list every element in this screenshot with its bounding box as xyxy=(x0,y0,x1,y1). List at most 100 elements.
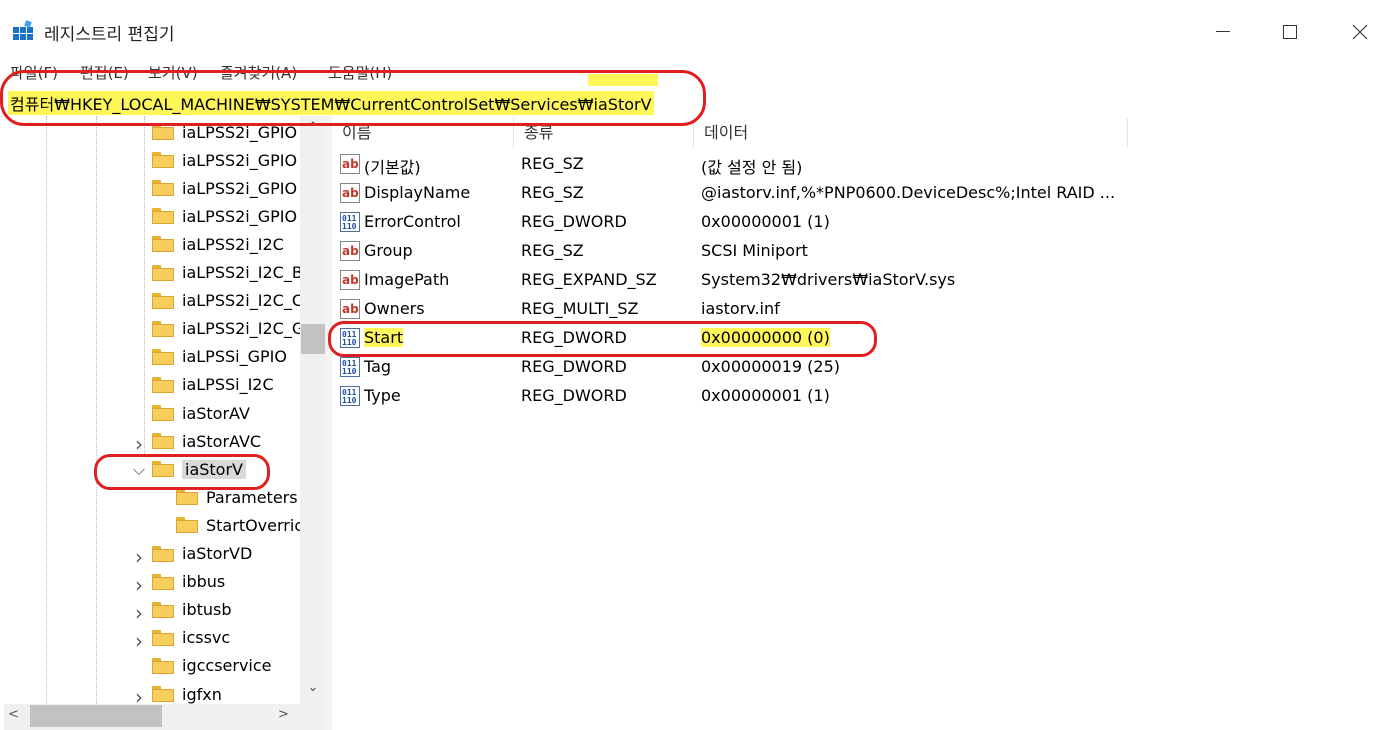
value-type: REG_SZ xyxy=(521,183,584,202)
value-type: REG_DWORD xyxy=(521,357,627,376)
tree-item[interactable]: ibbus xyxy=(152,568,225,596)
maximize-icon xyxy=(1283,25,1297,39)
folder-icon xyxy=(152,545,174,562)
svg-text:110: 110 xyxy=(342,367,357,376)
column-header-data[interactable]: 데이터 xyxy=(694,118,1128,148)
tree-item-label: iaLPSS2i_GPIO xyxy=(182,178,298,198)
minimize-button[interactable] xyxy=(1188,8,1258,56)
tree-item[interactable]: iaLPSS2i_GPIO xyxy=(152,174,297,202)
tree-guide-line xyxy=(144,116,145,456)
tree-item[interactable]: iaLPSSi_I2C xyxy=(152,371,274,399)
value-row[interactable]: ab ImagePath REG_EXPAND_SZ System32₩drivers… xyxy=(336,266,1136,295)
folder-icon xyxy=(152,152,174,169)
tree-item[interactable]: iaLPSS2i_GPIO xyxy=(152,146,297,174)
tree-item[interactable]: iaLPSS2i_I2C_B xyxy=(152,259,303,287)
folder-icon xyxy=(152,657,174,674)
value-row[interactable]: 011 110 ErrorControl REG_DWORD 0x00000001 (1… xyxy=(336,208,1136,237)
annotation-address-outline xyxy=(0,70,706,126)
tree-item[interactable]: igccservice xyxy=(152,652,272,680)
tree-item-label: iaLPSS2i_I2C xyxy=(182,234,284,254)
tree-item-label: iaLPSS2i_I2C_C xyxy=(182,291,303,311)
value-name: ImagePath xyxy=(364,270,450,289)
folder-icon xyxy=(152,686,174,702)
string-value-icon: ab xyxy=(340,183,360,203)
folder-icon xyxy=(152,629,174,646)
string-value-icon: ab xyxy=(340,270,360,290)
binary-value-icon: 011110 xyxy=(340,212,360,232)
value-name: Owners xyxy=(364,299,425,318)
svg-text:ab: ab xyxy=(342,157,359,171)
value-data: System32₩drivers₩iaStorV.sys xyxy=(701,270,956,289)
tree-item[interactable]: ibtusb xyxy=(152,596,232,624)
tree-item-label: iaStorVD xyxy=(182,544,253,563)
scroll-left-icon[interactable]: < xyxy=(8,707,19,722)
minimize-icon xyxy=(1216,31,1230,32)
value-data: 0x00000019 (25) xyxy=(701,357,841,376)
chevron-right-icon[interactable]: › xyxy=(132,545,146,569)
tree-item-label: iaLPSS2i_I2C_B xyxy=(182,263,303,282)
chevron-right-icon[interactable]: › xyxy=(132,629,146,653)
window-title: 레지스트리 편집기 xyxy=(44,25,175,45)
tree-item[interactable]: iaStorAV xyxy=(152,399,250,427)
value-name: Tag xyxy=(364,357,392,376)
tree-vertical-scrollbar[interactable] xyxy=(300,116,326,704)
key-tree[interactable]: iaLPSS2i_GPIO iaLPSS2i_GPIO iaLPSS2i_GPIOi… xyxy=(4,116,327,730)
tree-item-label: iaLPSS2i_GPIO xyxy=(182,206,298,226)
tree-item-label: iaLPSS2i_GPIO xyxy=(182,150,298,170)
tree-item-label: ibtusb xyxy=(182,600,232,620)
tree-item[interactable]: iaStorAVC xyxy=(152,427,261,455)
folder-icon xyxy=(152,433,174,450)
tree-item-label: iaLPSSi_I2C xyxy=(182,375,274,395)
tree-item[interactable]: StartOverric xyxy=(176,511,303,539)
tree-item-label: iaLPSS2i_I2C_G xyxy=(182,319,305,339)
svg-text:ab: ab xyxy=(342,273,359,287)
value-data: 0x00000001 (1) xyxy=(701,386,830,405)
tree-item[interactable]: iaLPSS2i_GPIO xyxy=(152,202,297,230)
tree-item[interactable]: iaStorVD xyxy=(152,540,252,568)
tree-item[interactable]: iaLPSS2i_I2C_G xyxy=(152,315,304,343)
tree-item[interactable]: iaLPSS2i_I2C_C xyxy=(152,287,303,315)
chevron-right-icon[interactable]: › xyxy=(132,573,146,597)
value-row[interactable]: ab (기본값) REG_SZ (값 설정 안 됨) xyxy=(336,150,1136,179)
close-icon xyxy=(1352,24,1368,40)
folder-icon xyxy=(152,320,174,337)
folder-icon xyxy=(152,180,174,197)
tree-item[interactable]: icssvc xyxy=(152,624,230,652)
svg-text:ab: ab xyxy=(342,302,359,316)
scroll-right-icon[interactable]: > xyxy=(278,707,289,722)
tree-hscroll-thumb[interactable] xyxy=(30,705,162,727)
chevron-right-icon[interactable]: › xyxy=(132,601,146,625)
annotation-tree-outline xyxy=(94,454,270,490)
binary-value-icon: 011110 xyxy=(340,386,360,406)
maximize-button[interactable] xyxy=(1255,8,1325,56)
tree-guide-line xyxy=(96,116,97,730)
folder-icon xyxy=(176,517,198,534)
value-data: @iastorv.inf,%*PNP0600.DeviceDesc%;Intel… xyxy=(701,183,1116,202)
value-name: DisplayName xyxy=(364,183,471,202)
tree-item-label: Parameters xyxy=(206,487,298,507)
folder-icon xyxy=(152,292,174,309)
value-row[interactable]: 011 110 Tag REG_DWORD 0x00000019 (25) xyxy=(336,353,1136,382)
value-name: Type xyxy=(364,386,401,405)
folder-icon xyxy=(152,264,174,281)
svg-text:ab: ab xyxy=(342,244,359,258)
tree-scroll-thumb[interactable] xyxy=(301,324,325,354)
svg-text:110: 110 xyxy=(342,222,357,231)
value-type: REG_DWORD xyxy=(521,212,627,231)
value-row[interactable]: ab Owners REG_MULTI_SZ iastorv.inf xyxy=(336,295,1136,324)
folder-icon xyxy=(152,405,174,421)
svg-text:ab: ab xyxy=(342,186,359,200)
chevron-right-icon[interactable]: › xyxy=(132,432,146,456)
tree-item[interactable]: iaLPSSi_GPIO xyxy=(152,343,287,371)
scroll-down-icon[interactable]: ⌄ xyxy=(300,680,326,700)
value-type: REG_SZ xyxy=(521,241,584,260)
close-button[interactable] xyxy=(1325,8,1395,56)
value-row[interactable]: ab Group REG_SZ SCSI Miniport xyxy=(336,237,1136,266)
tree-item[interactable]: iaLPSS2i_I2C xyxy=(152,230,284,258)
value-name: Group xyxy=(364,241,413,260)
value-row[interactable]: 011 110 Type REG_DWORD 0x00000001 (1) xyxy=(336,382,1136,411)
value-data: iastorv.inf xyxy=(701,299,780,318)
value-type: REG_EXPAND_SZ xyxy=(521,270,657,289)
value-row[interactable]: ab DisplayName REG_SZ @iastorv.inf,%*PNP060… xyxy=(336,179,1136,208)
string-value-icon: ab xyxy=(340,299,360,319)
